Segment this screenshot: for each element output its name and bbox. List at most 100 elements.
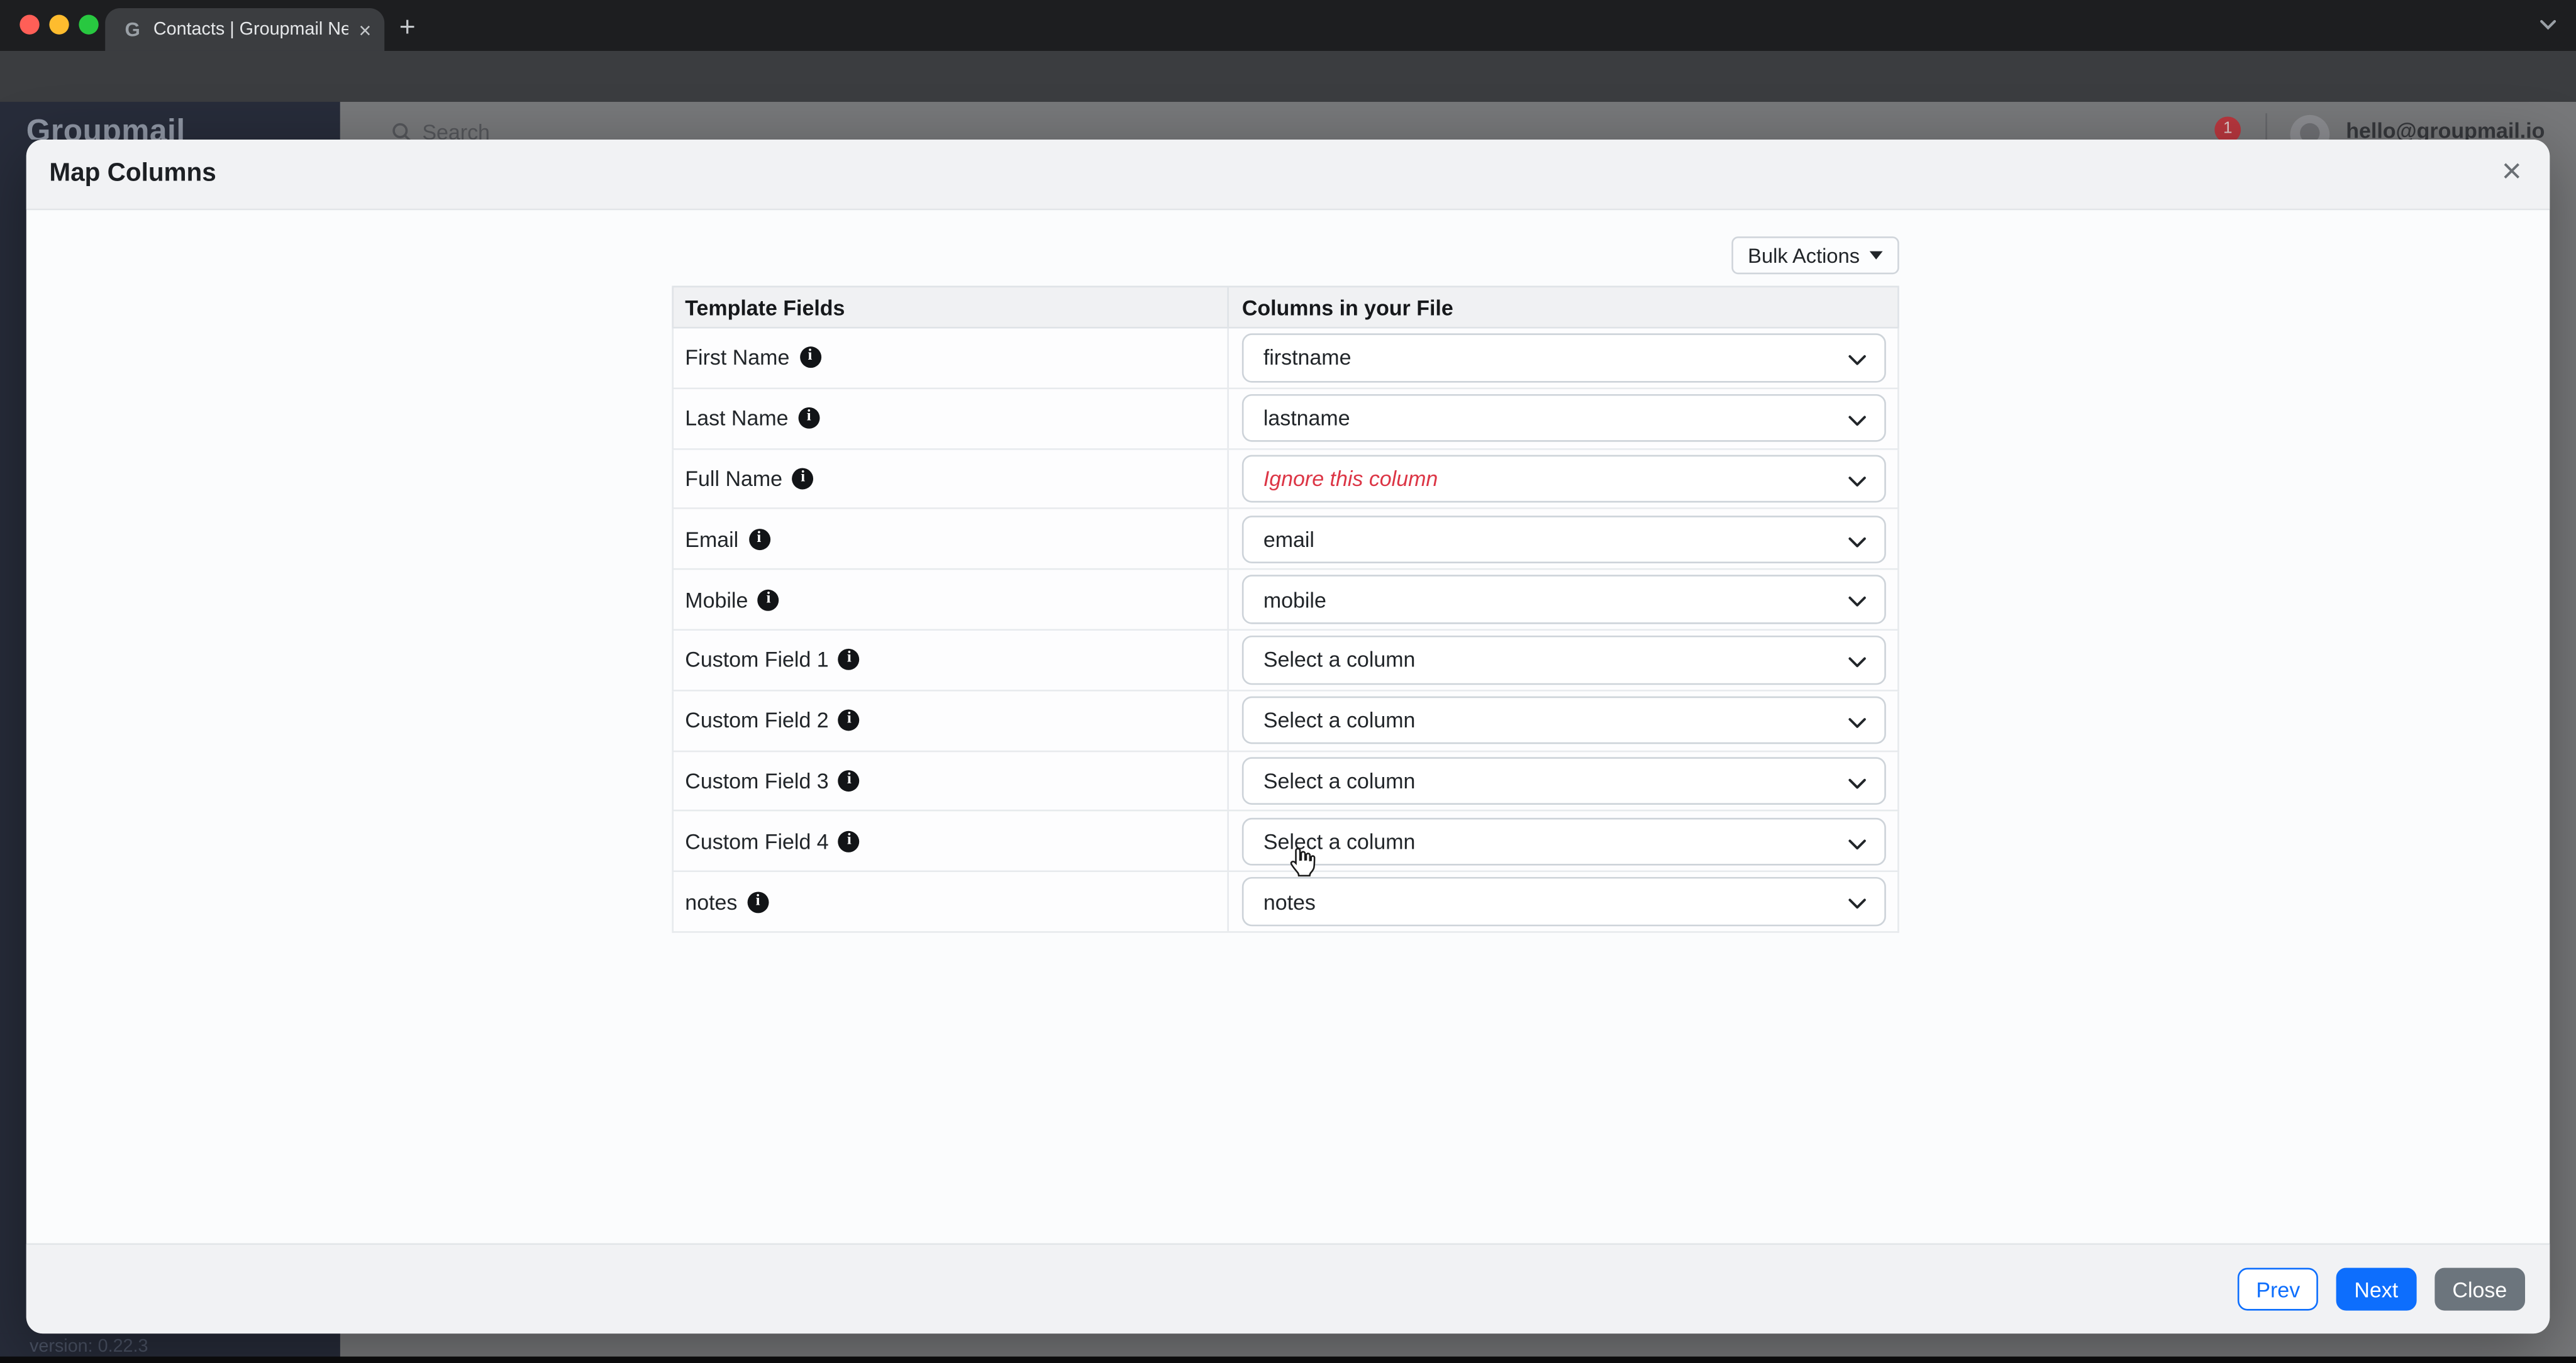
map-columns-modal: Map Columns × Bulk Actions Template Fiel… [26, 140, 2550, 1333]
table-row: Last Name i lastname [672, 389, 1899, 450]
table-row: Email i email [672, 510, 1899, 570]
tab-close-icon[interactable]: × [359, 17, 372, 41]
navbar-divider [2265, 113, 2267, 140]
info-icon[interactable]: i [748, 529, 770, 550]
notification-badge: 1 [2214, 116, 2241, 140]
column-select[interactable]: mobile [1242, 575, 1886, 624]
info-icon[interactable]: i [792, 468, 814, 489]
window-close-button[interactable] [19, 15, 39, 35]
modal-header: Map Columns × [26, 140, 2550, 210]
template-field-label: Full Name [685, 466, 782, 491]
info-icon[interactable]: i [838, 710, 860, 731]
browser-tab[interactable]: G Contacts | Groupmail Nemo × [105, 8, 384, 51]
column-select-value: lastname [1263, 406, 1350, 431]
modal-close-icon[interactable]: × [2502, 155, 2522, 189]
column-select[interactable]: email [1242, 515, 1886, 563]
column-select-value: Select a column [1263, 648, 1416, 672]
map-table-body: First Name i firstname Last Name i lastn… [672, 328, 1899, 932]
bulk-actions-button[interactable]: Bulk Actions [1731, 236, 1899, 274]
column-select[interactable]: Ignore this column [1242, 455, 1886, 503]
modal-body: Bulk Actions Template Fields Columns in … [26, 210, 2550, 1243]
window-zoom-button[interactable] [79, 15, 98, 35]
window-bottom-edge [0, 1357, 2576, 1363]
next-button[interactable]: Next [2336, 1268, 2416, 1311]
chevron-down-icon [1848, 355, 1867, 367]
chevron-down-icon [1848, 597, 1867, 608]
info-icon[interactable]: i [838, 770, 860, 792]
table-row: Custom Field 1 i Select a column [672, 631, 1899, 691]
chevron-down-icon [1848, 536, 1867, 548]
column-select-value: email [1263, 527, 1314, 551]
info-icon[interactable]: i [838, 830, 860, 852]
column-select-value: mobile [1263, 587, 1326, 612]
column-select-value: Select a column [1263, 708, 1416, 732]
tab-title: Contacts | Groupmail Nemo [153, 19, 349, 39]
template-field-label: First Name [685, 346, 789, 370]
window-minimize-button[interactable] [49, 15, 69, 35]
avatar [2290, 115, 2329, 140]
browser-tab-strip: G Contacts | Groupmail Nemo × + [0, 0, 2576, 51]
column-select[interactable]: lastname [1242, 394, 1886, 443]
search-placeholder: Search [422, 120, 490, 140]
chevron-down-icon [1848, 416, 1867, 427]
app-search: Search [391, 120, 490, 140]
table-row: First Name i firstname [672, 328, 1899, 389]
version-text: version: 0.22.3 [30, 1337, 148, 1356]
browser-toolbar: nemo.groupmail.io/contacts?id=6994937011… [0, 51, 2576, 102]
tab-search-chevron-icon[interactable] [2536, 10, 2560, 48]
template-field-label: Last Name [685, 406, 788, 431]
bulk-actions-label: Bulk Actions [1748, 244, 1860, 267]
info-icon[interactable]: i [799, 347, 821, 368]
table-row: Full Name i Ignore this column [672, 450, 1899, 510]
table-row: notes i notes [672, 873, 1899, 933]
header-template-fields: Template Fields [674, 287, 1227, 327]
modal-footer: Prev Next Close [26, 1243, 2550, 1333]
tab-favicon: G [125, 18, 140, 41]
column-select-value: notes [1263, 890, 1316, 914]
column-select[interactable]: firstname [1242, 334, 1886, 382]
table-row: Custom Field 2 i Select a column [672, 691, 1899, 751]
column-select[interactable]: Select a column [1242, 697, 1886, 745]
info-icon[interactable]: i [758, 589, 779, 610]
search-icon [391, 121, 413, 140]
template-field-label: Custom Field 1 [685, 648, 828, 672]
chevron-down-icon [1848, 717, 1867, 729]
chevron-down-icon [1848, 476, 1867, 487]
template-field-label: Email [685, 527, 738, 551]
column-select[interactable]: Select a column [1242, 757, 1886, 805]
template-field-label: Custom Field 3 [685, 768, 828, 793]
chevron-down-icon [1848, 899, 1867, 910]
template-field-label: notes [685, 890, 737, 914]
mouse-cursor [1288, 846, 1316, 880]
table-row: Custom Field 3 i Select a column [672, 751, 1899, 812]
template-field-label: Mobile [685, 587, 748, 612]
caret-down-icon [1870, 251, 1883, 260]
column-select-value: Ignore this column [1263, 466, 1438, 491]
info-icon[interactable]: i [798, 407, 819, 429]
column-select-value: Select a column [1263, 769, 1416, 793]
screen: G Contacts | Groupmail Nemo × + nemo.gro… [0, 0, 2576, 1363]
modal-title: Map Columns [49, 159, 216, 189]
table-row: Custom Field 4 i Select a column [672, 812, 1899, 872]
template-field-label: Custom Field 2 [685, 708, 828, 732]
app-navbar-fragment: Groupmail Search 1 hello@groupmail.io [0, 102, 2576, 140]
info-icon[interactable]: i [838, 649, 860, 671]
template-field-label: Custom Field 4 [685, 829, 828, 854]
chevron-down-icon [1848, 839, 1867, 850]
chevron-down-icon [1848, 778, 1867, 790]
column-select[interactable]: Select a column [1242, 817, 1886, 866]
header-columns-in-file: Columns in your File [1227, 287, 1897, 327]
prev-button[interactable]: Prev [2238, 1268, 2318, 1311]
column-select[interactable]: notes [1242, 878, 1886, 926]
account-email: hello@groupmail.io [2346, 118, 2545, 140]
table-header-row: Template Fields Columns in your File [672, 286, 1899, 329]
close-button[interactable]: Close [2434, 1268, 2525, 1311]
info-icon[interactable]: i [747, 891, 769, 912]
table-row: Mobile i mobile [672, 570, 1899, 631]
new-tab-icon[interactable]: + [399, 11, 416, 44]
column-select[interactable]: Select a column [1242, 636, 1886, 684]
chevron-down-icon [1848, 657, 1867, 668]
app-logo: Groupmail [26, 115, 186, 140]
map-columns-table: Template Fields Columns in your File Fir… [672, 286, 1899, 933]
column-select-value: firstname [1263, 346, 1352, 370]
